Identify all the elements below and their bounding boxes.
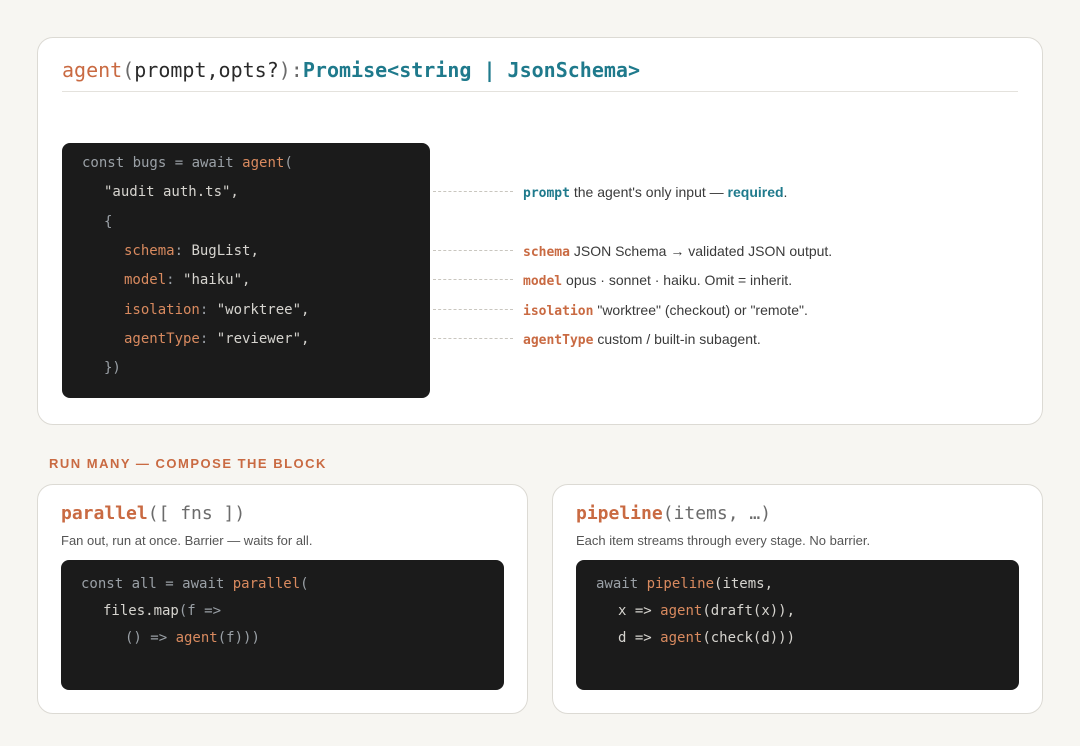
title-divider bbox=[62, 91, 1018, 92]
signature-open-paren: ( bbox=[122, 58, 135, 82]
annotation-isolation: isolation "worktree" (checkout) or "remo… bbox=[523, 301, 808, 321]
code-token: ( bbox=[284, 155, 293, 171]
param-name: isolation bbox=[523, 304, 594, 319]
annotation-leader bbox=[433, 338, 513, 339]
param-tail: . bbox=[783, 184, 788, 200]
code-line-3: () => agent(f))) bbox=[125, 629, 260, 647]
code-token: isolation bbox=[124, 302, 200, 318]
code-line-7: agentType: "reviewer", bbox=[124, 330, 309, 348]
annotation-leader bbox=[433, 309, 513, 310]
code-line-1: await pipeline(items, bbox=[596, 575, 773, 593]
code-token: files.map bbox=[103, 603, 179, 619]
code-token: (check(d))) bbox=[702, 630, 796, 646]
code-token: await bbox=[191, 155, 243, 171]
code-token: const bugs = bbox=[82, 155, 192, 171]
param-desc: "worktree" (checkout) or "remote". bbox=[597, 302, 808, 318]
param-name: agentType bbox=[523, 333, 594, 348]
code-token: schema bbox=[124, 243, 175, 259]
pipeline-card: pipeline(items, …) Each item streams thr… bbox=[552, 484, 1043, 714]
code-line-3: d => agent(check(d))) bbox=[618, 629, 795, 647]
signature-close-paren: ): bbox=[278, 58, 303, 82]
param-name: schema bbox=[523, 245, 570, 260]
section-label: RUN MANY — COMPOSE THE BLOCK bbox=[49, 456, 327, 471]
agent-signature-card: agent(prompt,opts?):Promise<string | Jso… bbox=[37, 37, 1043, 425]
code-token: "reviewer", bbox=[216, 331, 310, 347]
parallel-card: parallel([ fns ]) Fan out, run at once. … bbox=[37, 484, 528, 714]
parallel-args: ([ fns ]) bbox=[147, 503, 246, 524]
code-token: "worktree", bbox=[216, 302, 310, 318]
code-token: (f => bbox=[178, 603, 222, 619]
code-line-4: schema: BugList, bbox=[124, 242, 259, 260]
annotation-leader bbox=[433, 250, 513, 251]
pipeline-title: pipeline(items, …) bbox=[576, 503, 771, 524]
agent-signature-title: agent(prompt,opts?):Promise<string | Jso… bbox=[62, 58, 640, 82]
parallel-title: parallel([ fns ]) bbox=[61, 503, 245, 524]
pipeline-description: Each item streams through every stage. N… bbox=[576, 533, 871, 548]
signature-params: prompt,opts? bbox=[134, 58, 279, 82]
signature-fn-name: agent bbox=[62, 58, 123, 82]
code-line-1: const all = await parallel( bbox=[81, 575, 309, 593]
code-token: "haiku", bbox=[183, 272, 251, 288]
code-line-2: "audit auth.ts", bbox=[104, 184, 239, 200]
code-token: agent bbox=[660, 603, 703, 619]
pipeline-args: (items, …) bbox=[662, 503, 772, 524]
parallel-description: Fan out, run at once. Barrier — waits fo… bbox=[61, 533, 313, 548]
param-name: model bbox=[523, 274, 563, 289]
code-token: parallel bbox=[232, 576, 301, 592]
parallel-fn-name: parallel bbox=[61, 503, 148, 524]
code-token: BugList, bbox=[191, 243, 259, 259]
code-token: ( bbox=[300, 576, 309, 592]
code-token: : bbox=[199, 302, 217, 318]
code-line-2: files.map(f => bbox=[103, 602, 221, 620]
code-token: agent bbox=[175, 630, 218, 646]
pipeline-code-block: await pipeline(items, x => agent(draft(x… bbox=[576, 560, 1019, 690]
annotation-agenttype: agentType custom / built-in subagent. bbox=[523, 330, 761, 350]
code-token: agent bbox=[660, 630, 703, 646]
code-line-5: model: "haiku", bbox=[124, 271, 250, 289]
annotation-model: model opus · sonnet · haiku. Omit = inhe… bbox=[523, 271, 792, 291]
code-line-2: x => agent(draft(x)), bbox=[618, 602, 795, 620]
signature-return-type: Promise<string | JsonSchema> bbox=[302, 58, 641, 82]
code-token: (draft(x)), bbox=[702, 603, 796, 619]
annotation-leader bbox=[433, 279, 513, 280]
code-token: (f))) bbox=[217, 630, 260, 646]
annotation-prompt: prompt the agent's only input — required… bbox=[523, 183, 787, 203]
pipeline-fn-name: pipeline bbox=[576, 503, 663, 524]
code-token: : bbox=[199, 331, 217, 347]
code-token: : bbox=[174, 243, 192, 259]
code-token: const all = bbox=[81, 576, 183, 592]
agent-code-block: const bugs = await agent( "audit auth.ts… bbox=[62, 143, 430, 398]
code-line-6: isolation: "worktree", bbox=[124, 301, 309, 319]
code-token: agentType bbox=[124, 331, 200, 347]
code-token: pipeline bbox=[646, 576, 715, 592]
param-required: required bbox=[727, 184, 784, 200]
code-token: model bbox=[124, 272, 167, 288]
code-token: () => bbox=[125, 630, 176, 646]
param-desc: opus · sonnet · haiku. Omit = inherit. bbox=[566, 272, 793, 288]
code-token: d => bbox=[618, 630, 661, 646]
annotation-leader bbox=[433, 191, 513, 192]
code-token: x => bbox=[618, 603, 661, 619]
annotation-schema: schema JSON Schema → validated JSON outp… bbox=[523, 242, 832, 262]
code-token: agent bbox=[242, 155, 285, 171]
param-desc: the agent's only input — bbox=[573, 184, 728, 200]
code-line-1: const bugs = await agent( bbox=[82, 154, 293, 172]
code-token: await bbox=[182, 576, 233, 592]
code-line-8: }) bbox=[104, 360, 121, 376]
parallel-code-block: const all = await parallel( files.map(f … bbox=[61, 560, 504, 690]
code-token: (items, bbox=[714, 576, 774, 592]
param-desc: JSON Schema → validated JSON output. bbox=[573, 243, 833, 259]
code-token: await bbox=[596, 576, 647, 592]
code-token: : bbox=[166, 272, 184, 288]
param-desc: custom / built-in subagent. bbox=[597, 331, 761, 347]
param-name: prompt bbox=[523, 186, 570, 201]
code-line-3: { bbox=[104, 214, 113, 230]
